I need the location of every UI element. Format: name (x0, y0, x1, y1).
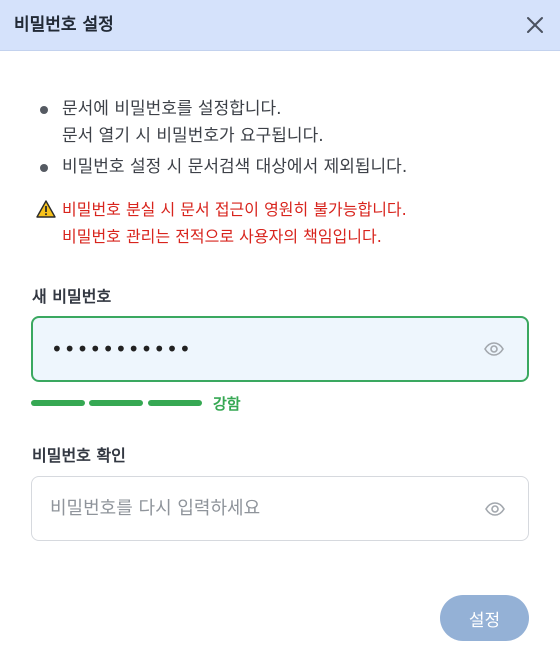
info-line: 비밀번호 설정 시 문서검색 대상에서 제외됩니다. (62, 157, 408, 177)
info-item: 비밀번호 설정 시 문서검색 대상에서 제외됩니다. (40, 154, 540, 181)
info-item: 문서에 비밀번호를 설정합니다. 문서 열기 시 비밀번호가 요구됩니다. (40, 96, 540, 150)
new-password-label: 새 비밀번호 (32, 287, 112, 306)
new-password-input[interactable] (51, 318, 471, 380)
bullet-dot (40, 164, 48, 172)
info-line: 문서 열기 시 비밀번호가 요구됩니다. (62, 126, 324, 146)
warning-line: 비밀번호 분실 시 문서 접근이 영원히 불가능합니다. (62, 200, 407, 219)
submit-button[interactable]: 설정 (440, 595, 529, 641)
confirm-password-label: 비밀번호 확인 (32, 446, 126, 465)
info-line: 문서에 비밀번호를 설정합니다. (62, 99, 282, 119)
confirm-password-field (31, 476, 529, 541)
bullet-dot (40, 106, 48, 114)
dialog-title: 비밀번호 설정 (14, 15, 114, 35)
eye-icon (485, 501, 505, 516)
warning-triangle-icon (36, 200, 56, 218)
close-icon (527, 17, 543, 33)
dialog-header: 비밀번호 설정 (0, 0, 560, 51)
close-button[interactable] (522, 12, 548, 38)
info-list: 문서에 비밀번호를 설정합니다. 문서 열기 시 비밀번호가 요구됩니다. 비밀… (40, 96, 540, 185)
warning-line: 비밀번호 관리는 전적으로 사용자의 책임입니다. (62, 227, 382, 246)
password-dialog: 비밀번호 설정 문서에 비밀번호를 설정합니다. 문서 열기 시 비밀번호가 요… (0, 0, 560, 650)
strength-segment (31, 400, 85, 406)
eye-icon (484, 342, 504, 356)
warning-text: 비밀번호 분실 시 문서 접근이 영원히 불가능합니다. 비밀번호 관리는 전적… (62, 196, 407, 250)
toggle-visibility-button[interactable] (484, 500, 506, 518)
new-password-field (31, 316, 529, 382)
strength-label: 강함 (213, 395, 241, 413)
strength-segment (148, 400, 202, 406)
strength-segment (89, 400, 143, 406)
confirm-password-input[interactable] (50, 477, 470, 540)
toggle-visibility-button[interactable] (483, 340, 505, 358)
